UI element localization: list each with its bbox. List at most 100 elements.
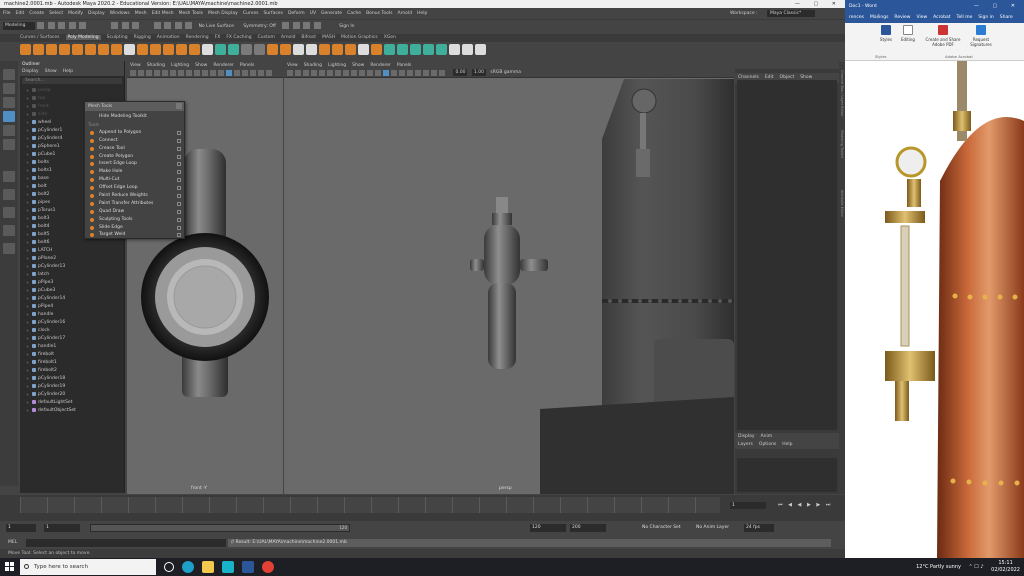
- aa-icon[interactable]: [423, 70, 429, 76]
- camera-icon[interactable]: [287, 70, 293, 76]
- outliner-item[interactable]: + pCube3: [20, 287, 124, 295]
- snap-plane-icon[interactable]: [185, 22, 193, 29]
- move-tool-icon[interactable]: [3, 111, 15, 122]
- window-controls[interactable]: — ▢ ✕: [974, 0, 1021, 13]
- four-view-icon[interactable]: [3, 189, 15, 200]
- persp-outliner-layout-icon[interactable]: [3, 207, 15, 218]
- mesh-tool-item[interactable]: Make Hole: [85, 168, 184, 176]
- ao-icon[interactable]: [258, 70, 264, 76]
- shelf-tab-motion-graphics[interactable]: Motion Graphics: [341, 35, 378, 40]
- expand-icon[interactable]: +: [26, 279, 29, 287]
- expand-icon[interactable]: +: [26, 391, 29, 399]
- shelf-tab-rigging[interactable]: Rigging: [134, 35, 151, 40]
- ao-icon[interactable]: [415, 70, 421, 76]
- layer-tab-display[interactable]: Display: [738, 434, 755, 439]
- viewport-menu-renderer[interactable]: Renderer: [213, 63, 234, 68]
- svg-icon[interactable]: [163, 44, 174, 55]
- mesh-tool-item[interactable]: Slide Edge: [85, 224, 184, 232]
- expand-icon[interactable]: +: [26, 119, 29, 127]
- multi-cut-icon[interactable]: [293, 44, 304, 55]
- outliner-item[interactable]: + pCylinder13: [20, 263, 124, 271]
- combine-icon[interactable]: [176, 44, 187, 55]
- expand-icon[interactable]: +: [26, 359, 29, 367]
- wireframe-icon[interactable]: [375, 70, 381, 76]
- channel-list[interactable]: [737, 80, 837, 430]
- option-box-icon[interactable]: [177, 138, 181, 143]
- bookmark-icon[interactable]: [146, 70, 152, 76]
- platonic-icon[interactable]: [111, 44, 122, 55]
- expand-icon[interactable]: +: [26, 383, 29, 391]
- outliner-menu-show[interactable]: Show: [45, 69, 57, 74]
- expand-icon[interactable]: +: [26, 247, 29, 255]
- outliner-item[interactable]: + clock: [20, 327, 124, 335]
- outliner-item[interactable]: + bolt6: [20, 239, 124, 247]
- outliner-search-input[interactable]: Search...: [22, 78, 122, 84]
- mesh-tool-item[interactable]: Target Weld: [85, 231, 184, 239]
- xray-icon[interactable]: [431, 70, 437, 76]
- anim-start-field[interactable]: 1: [6, 524, 36, 532]
- layer-menu-help[interactable]: Help: [782, 442, 792, 447]
- expand-icon[interactable]: +: [26, 159, 29, 167]
- viewport-menu-shading[interactable]: Shading: [147, 63, 165, 68]
- layout-icon[interactable]: [475, 44, 486, 55]
- viewport-menu-lighting[interactable]: Lighting: [171, 63, 189, 68]
- menu-cache[interactable]: Cache: [347, 11, 361, 16]
- select-object-icon[interactable]: [121, 22, 129, 29]
- center-pivot-icon[interactable]: [358, 44, 369, 55]
- range-end-field[interactable]: 120: [530, 524, 566, 532]
- poly-disc-icon[interactable]: [98, 44, 109, 55]
- cut-uv-icon[interactable]: [423, 44, 434, 55]
- option-box-icon[interactable]: [177, 201, 181, 206]
- lights-icon[interactable]: [242, 70, 248, 76]
- separate-icon[interactable]: [189, 44, 200, 55]
- checker-icon[interactable]: [449, 44, 460, 55]
- expand-icon[interactable]: +: [26, 263, 29, 271]
- render-icon[interactable]: [282, 22, 290, 29]
- expand-icon[interactable]: +: [26, 255, 29, 263]
- task-view-icon[interactable]: [164, 562, 174, 572]
- expand-icon[interactable]: +: [26, 303, 29, 311]
- shadows-icon[interactable]: [250, 70, 256, 76]
- safe-title-icon[interactable]: [367, 70, 373, 76]
- uv-editor-icon[interactable]: [384, 44, 395, 55]
- new-scene-icon[interactable]: [37, 22, 45, 29]
- viewport-menu-renderer[interactable]: Renderer: [370, 63, 391, 68]
- smooth-shade-icon[interactable]: [383, 70, 389, 76]
- textured-icon[interactable]: [234, 70, 240, 76]
- timeline-ticks[interactable]: [20, 497, 720, 513]
- expand-icon[interactable]: +: [26, 295, 29, 303]
- shelf-tab-fx[interactable]: FX: [215, 35, 221, 40]
- expand-icon[interactable]: +: [26, 207, 29, 215]
- outliner-item[interactable]: + defaultLightSet: [20, 399, 124, 407]
- menu-windows[interactable]: Windows: [110, 11, 130, 16]
- option-box-icon[interactable]: [177, 178, 181, 183]
- word-tab-view[interactable]: View: [916, 15, 927, 20]
- lights-icon[interactable]: [399, 70, 405, 76]
- anim-layer-dropdown[interactable]: No Anim Layer: [694, 524, 738, 532]
- safe-title-icon[interactable]: [210, 70, 216, 76]
- expand-icon[interactable]: +: [26, 167, 29, 175]
- option-box-icon[interactable]: [177, 217, 181, 222]
- request-signatures-group[interactable]: Request Signatures: [965, 25, 997, 47]
- rotate-tool-icon[interactable]: [3, 125, 15, 136]
- quad-draw-icon[interactable]: [319, 44, 330, 55]
- word-tab-share[interactable]: Share: [1000, 15, 1013, 20]
- layer-list[interactable]: [737, 458, 837, 492]
- mesh-tool-item[interactable]: Connect: [85, 137, 184, 145]
- character-set-dropdown[interactable]: No Character Set: [640, 524, 688, 532]
- current-frame-field[interactable]: 1: [730, 502, 766, 509]
- menu-set-dropdown[interactable]: Modeling: [3, 21, 35, 30]
- viewport-menu-lighting[interactable]: Lighting: [328, 63, 346, 68]
- outliner-item[interactable]: + handle1: [20, 343, 124, 351]
- chrome-icon[interactable]: [262, 561, 274, 573]
- planar-uv-icon[interactable]: [397, 44, 408, 55]
- menu-edit[interactable]: Edit: [16, 11, 25, 16]
- poly-cone-icon[interactable]: [59, 44, 70, 55]
- target-weld-icon[interactable]: [306, 44, 317, 55]
- sphere-icon[interactable]: [137, 44, 148, 55]
- expand-icon[interactable]: +: [26, 135, 29, 143]
- safe-action-icon[interactable]: [202, 70, 208, 76]
- film-gate-icon[interactable]: [170, 70, 176, 76]
- taskbar-search-input[interactable]: Type here to search: [20, 559, 156, 575]
- option-box-icon[interactable]: [177, 130, 181, 135]
